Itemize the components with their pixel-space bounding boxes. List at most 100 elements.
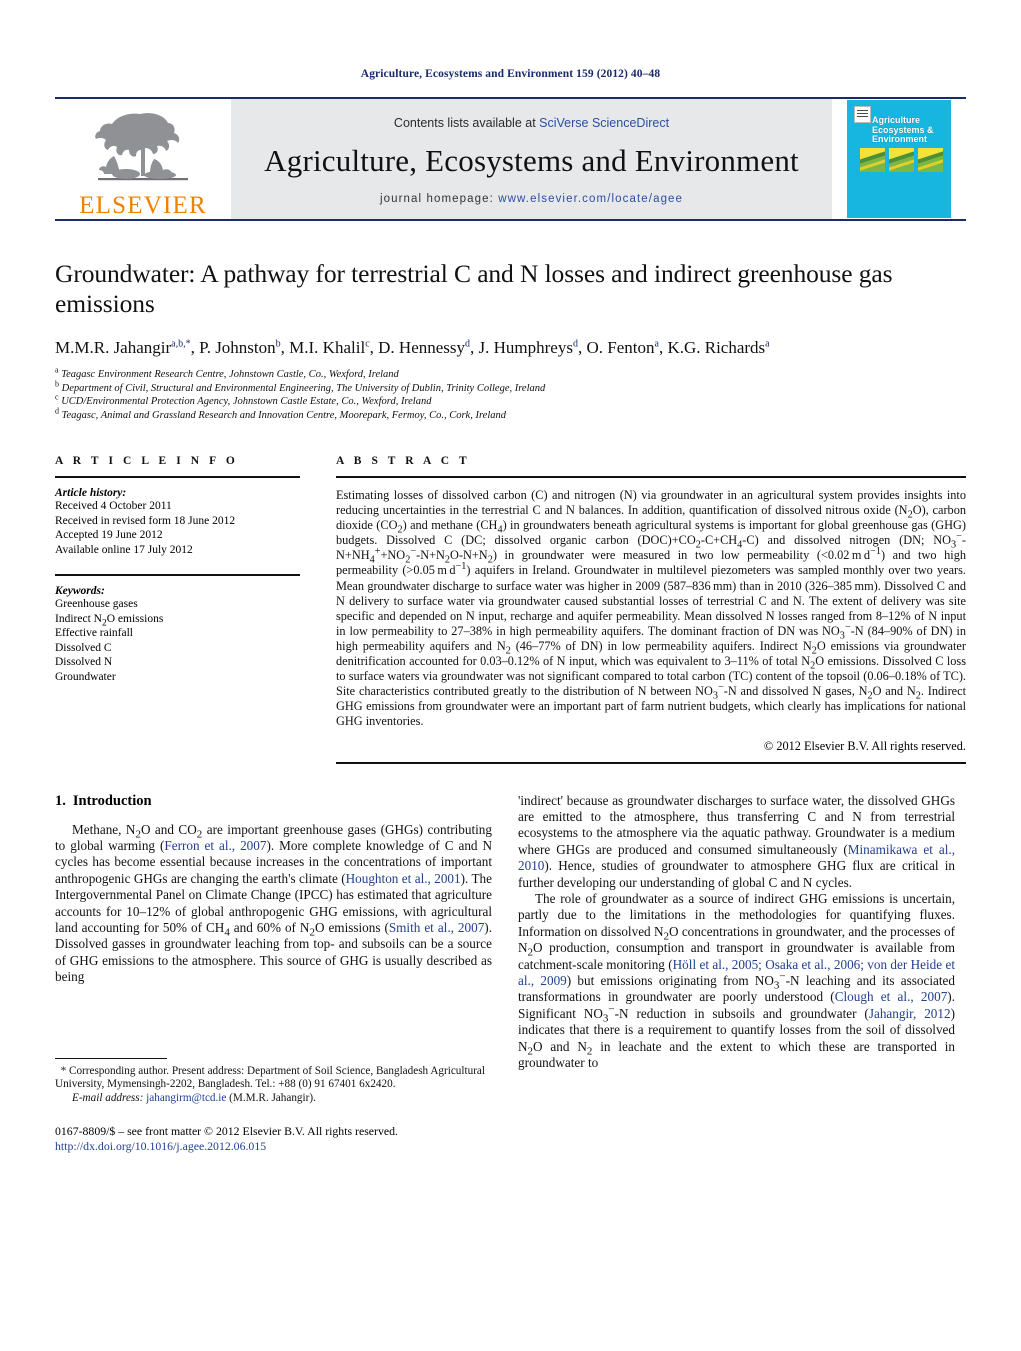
cover-image: Agriculture Ecosystems & Environment: [847, 100, 951, 218]
author-name: O. Fenton: [586, 338, 655, 357]
affiliation-text: Teagasc Environment Research Centre, Joh…: [61, 369, 399, 380]
author-marks: d: [572, 338, 578, 350]
affiliation-text: UCD/Environmental Protection Agency, Joh…: [61, 396, 432, 407]
affiliation-item: b Department of Civil, Structural and En…: [55, 379, 966, 396]
author-name: M.M.R. Jahangir: [55, 338, 172, 357]
keyword-item: Effective rainfall: [55, 627, 134, 639]
article-history-label: Article history:: [55, 487, 127, 499]
keyword-item: Greenhouse gases: [55, 598, 138, 610]
author-name: K.G. Richards: [667, 338, 766, 357]
body-columns: 1. Introduction Methane, N2O and CO2 are …: [55, 793, 966, 1153]
article-info-heading: A R T I C L E I N F O: [55, 455, 239, 467]
affiliation-text: Teagasc, Animal and Grassland Research a…: [61, 409, 506, 421]
citation-link[interactable]: Clough et al., 2007: [835, 989, 948, 1004]
author-item: D. Hennessyd: [378, 338, 470, 357]
author-name: D. Hennessy: [378, 338, 466, 357]
body-column-right: 'indirect' because as groundwater discha…: [518, 793, 955, 1072]
abstract-text: Estimating losses of dissolved carbon (C…: [336, 488, 966, 729]
contents-available-line: Contents lists available at SciVerse Sci…: [394, 116, 669, 130]
affiliation-text: Department of Civil, Structural and Envi…: [61, 382, 546, 394]
author-marks: d: [465, 338, 471, 350]
divider: [336, 761, 966, 764]
affiliation-item: a Teagasc Environment Research Centre, J…: [55, 366, 966, 382]
field-tile: [860, 148, 885, 172]
affiliation-list: a Teagasc Environment Research Centre, J…: [55, 366, 966, 423]
affiliation-mark: c: [55, 392, 59, 402]
elsevier-wordmark: ELSEVIER: [79, 192, 207, 219]
abstract-copyright: © 2012 Elsevier B.V. All rights reserved…: [763, 738, 966, 753]
citation-link[interactable]: Smith et al., 2007: [389, 920, 484, 935]
keyword-item: Indirect N2O emissions: [55, 612, 164, 628]
history-item: Accepted 19 June 2012: [55, 529, 163, 541]
citation-link[interactable]: Jahangir, 2012: [869, 1006, 951, 1021]
citation-link[interactable]: Höll et al., 2005; Osaka et al., 2006; v…: [518, 957, 955, 988]
history-item: Received 4 October 2011: [55, 500, 172, 512]
paragraph: The role of groundwater as a source of i…: [518, 890, 955, 1070]
paper-page: Agriculture, Ecosystems and Environment …: [0, 0, 1021, 1351]
field-tile: [889, 148, 914, 172]
issn-line: 0167-8809/$ – see front matter © 2012 El…: [55, 1124, 398, 1139]
keywords-label: Keywords:: [55, 585, 105, 597]
author-marks: a,b,*: [171, 338, 191, 350]
author-marks: c: [365, 338, 370, 350]
doi-link[interactable]: http://dx.doi.org/10.1016/j.agee.2012.06…: [55, 1139, 492, 1154]
paragraph: Methane, N2O and CO2 are important green…: [55, 821, 492, 985]
abstract-column: A B S T R A C T Estimating losses of dis…: [336, 455, 966, 764]
abstract-heading: A B S T R A C T: [336, 455, 471, 467]
author-item: O. Fentona: [586, 338, 658, 357]
title-block: Groundwater: A pathway for terrestrial C…: [55, 259, 966, 422]
article-info-column: A R T I C L E I N F O Article history: R…: [55, 455, 300, 764]
keyword-item: Dissolved N: [55, 656, 113, 668]
cover-field-illustration: [860, 148, 943, 172]
citation-link[interactable]: Ferron et al., 2007: [164, 838, 266, 853]
cover-title-text: Agriculture Ecosystems & Environment: [872, 115, 934, 144]
info-abstract-region: A R T I C L E I N F O Article history: R…: [55, 455, 966, 764]
keyword-item: Dissolved C: [55, 641, 112, 654]
history-item: Available online 17 July 2012: [55, 543, 193, 556]
section-title: Introduction: [72, 792, 152, 809]
section-number: 1.: [55, 792, 66, 809]
masthead-center: Contents lists available at SciVerse Sci…: [231, 99, 832, 219]
author-item: P. Johnstonb: [199, 338, 281, 357]
corresponding-author-footnote: * Corresponding author. Present address:…: [55, 1064, 486, 1091]
author-list: M.M.R. Jahangira,b,*, P. Johnstonb, M.I.…: [55, 338, 770, 357]
issn-block: 0167-8809/$ – see front matter © 2012 El…: [55, 1124, 492, 1153]
section-heading-introduction: 1. Introduction: [55, 793, 492, 810]
page-title: Groundwater: A pathway for terrestrial C…: [55, 259, 893, 318]
history-item: Received in revised form 18 June 2012: [55, 514, 236, 527]
email-label: E-mail address:: [72, 1091, 144, 1104]
author-marks: a: [654, 338, 659, 350]
journal-cover-thumbnail: Agriculture Ecosystems & Environment: [832, 99, 966, 219]
divider: [55, 574, 300, 576]
author-name: M.I. Khalil: [289, 338, 366, 357]
sciencedirect-link[interactable]: SciVerse ScienceDirect: [539, 116, 669, 130]
email-person: (M.M.R. Jahangir).: [229, 1091, 316, 1104]
divider: [336, 476, 966, 478]
journal-homepage-url[interactable]: www.elsevier.com/locate/agee: [498, 193, 683, 205]
elsevier-tree-icon: [95, 113, 188, 181]
author-item: J. Humphreysd: [479, 338, 578, 357]
author-marks: a: [765, 338, 770, 350]
affiliation-item: d Teagasc, Animal and Grassland Research…: [55, 407, 966, 423]
elsevier-logo: ELSEVIER: [55, 99, 231, 219]
author-marks: b: [275, 338, 281, 350]
paragraph: 'indirect' because as groundwater discha…: [518, 792, 955, 890]
journal-masthead: ELSEVIER Contents lists available at Sci…: [55, 97, 966, 221]
cover-elsevier-icon: [854, 106, 871, 123]
footnote-block: * Corresponding author. Present address:…: [55, 1057, 492, 1154]
field-tile: [918, 148, 943, 172]
body-column-left: 1. Introduction Methane, N2O and CO2 are …: [55, 793, 492, 1153]
author-item: M.M.R. Jahangira,b,*: [55, 338, 191, 357]
footnote-divider: [55, 1057, 167, 1059]
running-head: Agriculture, Ecosystems and Environment …: [360, 68, 661, 80]
divider: [55, 476, 300, 478]
keyword-item: Groundwater: [55, 670, 116, 683]
citation-link[interactable]: Houghton et al., 2001: [346, 871, 461, 886]
author-name: P. Johnston: [199, 338, 276, 357]
journal-title: Agriculture, Ecosystems and Environment: [264, 142, 799, 178]
author-item: M.I. Khalilc: [289, 338, 369, 357]
citation-link[interactable]: Minamikawa et al., 2010: [518, 842, 955, 873]
footnote-star: *: [60, 1064, 67, 1077]
email-link[interactable]: jahangirm@tcd.ie: [146, 1092, 226, 1104]
affiliation-mark: b: [55, 379, 59, 388]
